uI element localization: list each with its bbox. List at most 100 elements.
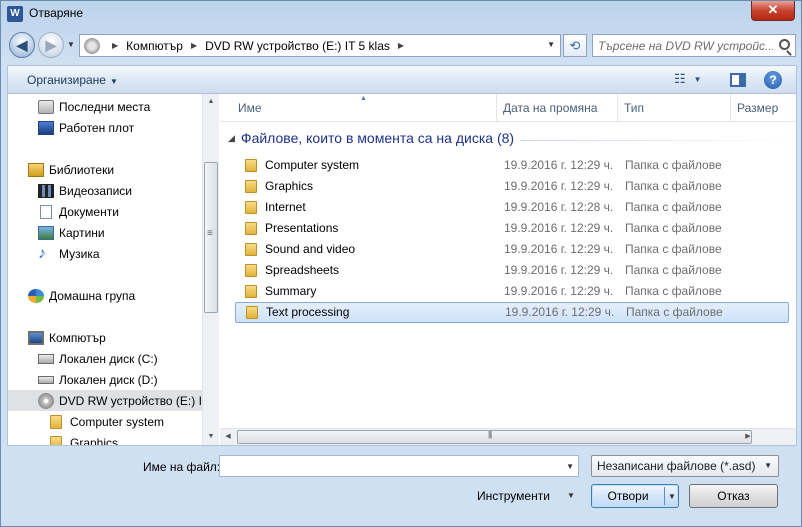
cancel-button[interactable]: Отказ bbox=[689, 484, 778, 508]
breadcrumb-dvd-drive[interactable]: DVD RW устройство (E:) IT 5 klas bbox=[205, 39, 390, 53]
file-name: Graphics bbox=[265, 179, 314, 193]
sidebar-item-videos[interactable]: Видеозаписи bbox=[8, 180, 203, 201]
chevron-down-icon: ▼ bbox=[693, 74, 702, 84]
sidebar-item-label: Работен плот bbox=[59, 120, 135, 135]
filename-input[interactable] bbox=[220, 456, 550, 476]
column-header-date[interactable]: Дата на промяна bbox=[496, 94, 617, 122]
table-row[interactable]: Computer system 19.9.2016 г. 12:29 ч. Па… bbox=[235, 155, 789, 176]
sidebar-item-desktop[interactable]: Работен плот bbox=[8, 117, 203, 138]
sidebar-item-libraries[interactable]: Библиотеки bbox=[8, 159, 203, 180]
file-date: 19.9.2016 г. 12:29 ч. bbox=[504, 284, 614, 298]
sidebar-item-label: Музика bbox=[59, 246, 100, 261]
close-button[interactable]: ✕ bbox=[751, 1, 795, 21]
forward-button[interactable]: ▶ bbox=[38, 32, 64, 58]
search-box[interactable] bbox=[592, 34, 796, 57]
file-name: Sound and video bbox=[265, 242, 356, 256]
desktop-icon bbox=[38, 120, 54, 135]
sidebar-item-documents[interactable]: Документи bbox=[8, 201, 203, 222]
horizontal-scrollbar[interactable]: ◀ ▶ bbox=[220, 428, 796, 445]
sidebar-item-label: Видеозаписи bbox=[59, 183, 133, 198]
column-header-type[interactable]: Тип bbox=[617, 94, 730, 122]
chevron-down-icon: ▼ bbox=[764, 461, 772, 470]
file-date: 19.9.2016 г. 12:29 ч. bbox=[504, 158, 614, 172]
sidebar-item-label: Локален диск (D:) bbox=[59, 372, 158, 387]
file-type-filter-select[interactable]: Незаписани файлове (*.asd) ▼ bbox=[591, 455, 779, 477]
collapse-icon[interactable]: ◢ bbox=[228, 133, 235, 144]
search-icon[interactable] bbox=[779, 39, 790, 50]
change-view-button[interactable]: ☷ ▼ bbox=[674, 72, 714, 88]
chevron-down-icon[interactable]: ▼ bbox=[668, 492, 676, 501]
organize-menu-button[interactable]: Организиране ▼ bbox=[27, 73, 118, 87]
sidebar-item-music[interactable]: ♪ Музика bbox=[8, 243, 203, 264]
table-row[interactable]: Spreadsheets 19.9.2016 г. 12:29 ч. Папка… bbox=[235, 260, 789, 281]
sidebar-item-label: Картини bbox=[59, 225, 105, 240]
scroll-down-icon[interactable]: ▼ bbox=[203, 429, 219, 445]
scrollbar-thumb[interactable] bbox=[237, 430, 752, 444]
sidebar-item-label: Graphics bbox=[70, 435, 119, 446]
chevron-down-icon[interactable]: ▼ bbox=[567, 491, 575, 500]
address-dropdown-icon[interactable]: ▼ bbox=[547, 40, 555, 49]
column-header-size[interactable]: Размер bbox=[730, 94, 796, 122]
computer-icon bbox=[28, 330, 44, 345]
tools-menu-button[interactable]: Инструменти bbox=[477, 489, 550, 503]
folder-icon bbox=[245, 159, 257, 172]
table-row[interactable]: Sound and video 19.9.2016 г. 12:29 ч. Па… bbox=[235, 239, 789, 260]
preview-pane-icon[interactable] bbox=[730, 73, 746, 87]
sidebar-item-homegroup[interactable]: Домашна група bbox=[8, 285, 203, 306]
file-date: 19.9.2016 г. 12:29 ч. bbox=[504, 179, 614, 193]
file-type: Папка с файлове bbox=[625, 284, 722, 298]
sidebar-item-graphics[interactable]: Graphics bbox=[8, 432, 203, 445]
folder-icon bbox=[50, 414, 62, 429]
folder-icon bbox=[245, 180, 257, 193]
open-split-button[interactable]: Отвори ▼ bbox=[591, 484, 679, 508]
search-input[interactable] bbox=[593, 35, 773, 56]
recent-locations-dropdown[interactable]: ▼ bbox=[67, 40, 75, 49]
split-divider bbox=[664, 487, 665, 505]
group-header[interactable]: ◢ Файлове, които в момента са на диска (… bbox=[228, 130, 514, 146]
chevron-right-icon[interactable]: ▶ bbox=[398, 41, 404, 50]
chevron-down-icon[interactable]: ▼ bbox=[566, 462, 574, 471]
sidebar-item-computer-system[interactable]: Computer system bbox=[8, 411, 203, 432]
file-type: Папка с файлове bbox=[625, 200, 722, 214]
scroll-up-icon[interactable]: ▲ bbox=[203, 94, 219, 110]
sidebar-item-recent-places[interactable]: Последни места bbox=[8, 96, 203, 117]
help-icon[interactable]: ? bbox=[764, 71, 782, 89]
breadcrumb-computer[interactable]: Компютър bbox=[126, 39, 183, 53]
chevron-right-icon[interactable]: ▶ bbox=[112, 41, 118, 50]
sidebar-item-local-disk-d[interactable]: Локален диск (D:) bbox=[8, 369, 203, 390]
sidebar-item-dvd-drive[interactable]: DVD RW устройство (E:) IT 5 klas bbox=[8, 390, 203, 411]
folder-icon bbox=[245, 243, 257, 256]
file-type: Папка с файлове bbox=[625, 158, 722, 172]
sidebar-item-pictures[interactable]: Картини bbox=[8, 222, 203, 243]
navigation-pane-scrollbar[interactable]: ▲ ▼ bbox=[202, 94, 219, 445]
refresh-button[interactable]: ⟲ bbox=[563, 34, 587, 57]
sidebar-item-label: Computer system bbox=[70, 414, 165, 429]
file-name: Summary bbox=[265, 284, 317, 298]
folder-icon bbox=[245, 264, 257, 277]
sidebar-item-local-disk-c[interactable]: Локален диск (C:) bbox=[8, 348, 203, 369]
table-row[interactable]: Presentations 19.9.2016 г. 12:29 ч. Папк… bbox=[235, 218, 789, 239]
file-date: 19.9.2016 г. 12:29 ч. bbox=[505, 305, 615, 319]
navigation-pane: Последни места Работен плот Библиотеки В… bbox=[8, 94, 203, 445]
back-button[interactable]: ◀ bbox=[9, 32, 35, 58]
scroll-right-icon[interactable]: ▶ bbox=[740, 429, 756, 445]
table-row[interactable]: Summary 19.9.2016 г. 12:29 ч. Папка с фа… bbox=[235, 281, 789, 302]
sidebar-item-computer[interactable]: Компютър bbox=[8, 327, 203, 348]
word-app-icon: W bbox=[7, 6, 23, 22]
scrollbar-thumb[interactable] bbox=[204, 162, 218, 313]
file-type-filter-value: Незаписани файлове (*.asd) bbox=[597, 459, 756, 473]
group-header-label: Файлове, които в момента са на диска (8) bbox=[240, 130, 515, 146]
column-header-name[interactable]: Име bbox=[220, 94, 496, 122]
filename-combobox[interactable]: ▼ bbox=[219, 455, 579, 477]
file-date: 19.9.2016 г. 12:29 ч. bbox=[504, 242, 614, 256]
chevron-right-icon[interactable]: ▶ bbox=[191, 41, 197, 50]
scroll-left-icon[interactable]: ◀ bbox=[220, 429, 236, 445]
table-row[interactable]: Graphics 19.9.2016 г. 12:29 ч. Папка с ф… bbox=[235, 176, 789, 197]
videos-icon bbox=[38, 183, 54, 198]
table-row[interactable]: Internet 19.9.2016 г. 12:28 ч. Папка с ф… bbox=[235, 197, 789, 218]
table-row-selected[interactable]: Text processing 19.9.2016 г. 12:29 ч. Па… bbox=[235, 302, 789, 323]
open-button[interactable]: Отвори bbox=[592, 485, 664, 507]
file-type: Папка с файлове bbox=[626, 305, 723, 319]
address-bar[interactable]: ▶ Компютър ▶ DVD RW устройство (E:) IT 5… bbox=[79, 34, 561, 57]
file-date: 19.9.2016 г. 12:29 ч. bbox=[504, 221, 614, 235]
